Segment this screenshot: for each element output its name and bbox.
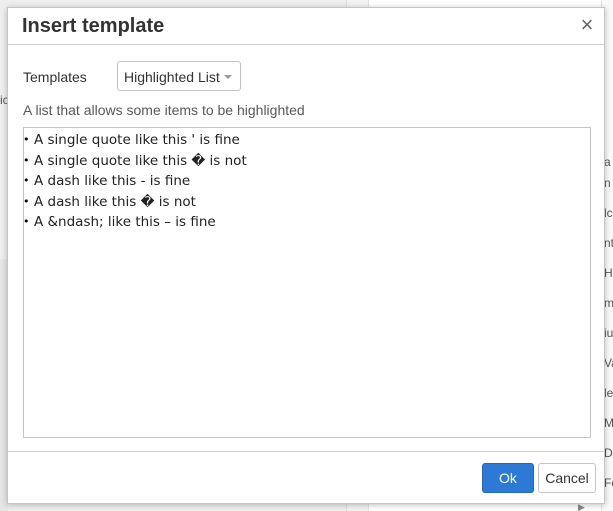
background-fragment: Hi: [604, 266, 613, 280]
insert-template-dialog: Insert template × Templates Highlighted …: [7, 7, 605, 504]
background-fragment: Fo: [604, 476, 613, 490]
background-fragment: n: [604, 176, 611, 190]
template-select-value: Highlighted List: [124, 69, 220, 85]
close-icon[interactable]: ×: [576, 14, 598, 36]
list-item: • A single quote like this ' is fine: [24, 130, 590, 151]
templates-label: Templates: [23, 69, 87, 85]
background-fragment: m: [604, 296, 613, 310]
cancel-button[interactable]: Cancel: [538, 463, 596, 493]
template-preview[interactable]: • A single quote like this ' is fine • A…: [23, 127, 591, 438]
list-item: • A dash like this - is fine: [24, 171, 590, 192]
dialog-title: Insert template: [22, 15, 165, 37]
bullet-icon: •: [23, 194, 30, 208]
list-item: • A &ndash; like this – is fine: [24, 212, 590, 233]
background-fragment: iu: [604, 326, 613, 340]
background-fragment: Du: [604, 446, 613, 460]
background-fragment: le: [604, 386, 613, 400]
background-left-fragment: ic: [0, 93, 7, 107]
list-item: • A single quote like this � is not: [24, 151, 590, 172]
background-fragment: Va: [604, 356, 613, 370]
bullet-icon: •: [23, 174, 30, 187]
background-fragment: nt: [604, 236, 613, 250]
bullet-icon: •: [23, 133, 30, 146]
preview-list: • A single quote like this ' is fine • A…: [24, 128, 590, 233]
template-description: A list that allows some items to be high…: [23, 102, 305, 118]
bullet-icon: •: [23, 215, 30, 228]
background-fragment: Ma: [604, 416, 613, 430]
bullet-icon: •: [23, 153, 30, 167]
dialog-footer: Ok Cancel: [8, 451, 604, 503]
background-fragment: a: [604, 155, 611, 169]
dialog-header: Insert template ×: [8, 8, 604, 45]
ok-button[interactable]: Ok: [482, 463, 534, 493]
list-item-text: A single quote like this � is not: [34, 152, 247, 169]
background-fragment: lc: [604, 206, 613, 220]
template-select[interactable]: Highlighted List: [117, 61, 241, 91]
list-item-text: A &ndash; like this – is fine: [34, 214, 216, 230]
chevron-down-icon: [224, 75, 232, 79]
list-item-text: A single quote like this ' is fine: [34, 132, 240, 148]
list-item-text: A dash like this - is fine: [34, 173, 191, 189]
list-item-text: A dash like this � is not: [34, 193, 196, 210]
list-item: • A dash like this � is not: [24, 192, 590, 213]
